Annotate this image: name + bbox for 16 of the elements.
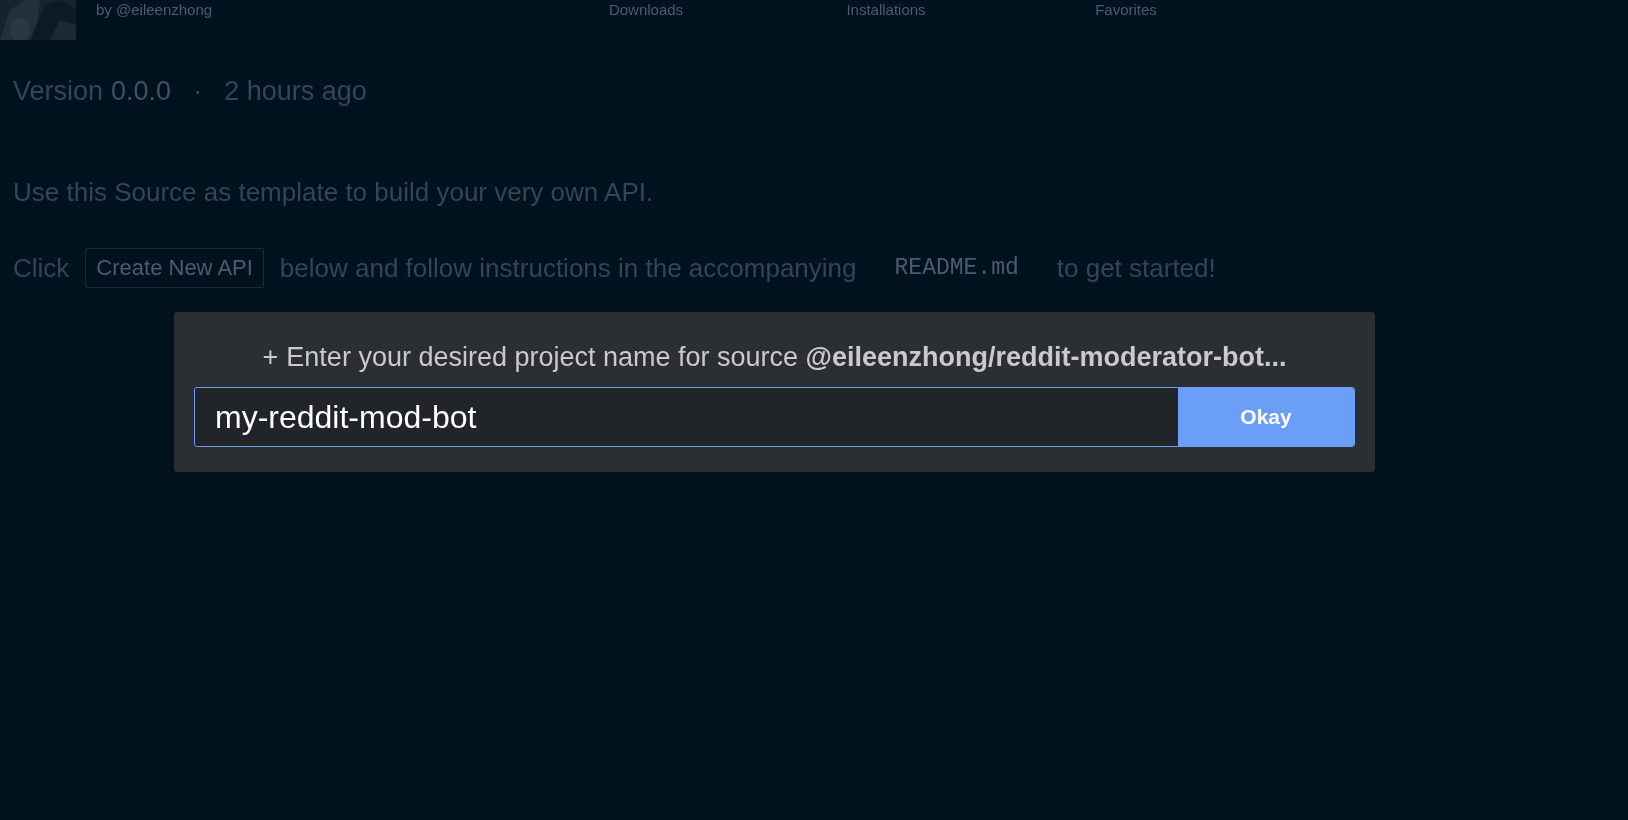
version-label: Version — [13, 76, 104, 107]
dialog-prompt: Enter your desired project name for source @eileenzhong/reddit-moderator-bot... — [286, 342, 1287, 373]
stat-label: Favorites — [1094, 1, 1158, 18]
readme-code: README.md — [893, 255, 1020, 281]
stat-label: Downloads — [607, 1, 685, 18]
separator-dot: · — [193, 76, 203, 107]
create-api-button[interactable]: Create New API — [85, 248, 264, 288]
author-name: by @eileenzhong — [96, 1, 214, 18]
instruction-text: below and follow instructions in the accompanying — [279, 252, 857, 284]
instruction-text: to get started! — [1056, 252, 1216, 284]
instruction-text: Click — [13, 252, 70, 284]
version-number: 0.0.0 — [111, 76, 172, 107]
description-text: Use this Source as template to build your very own API. — [13, 177, 655, 208]
updated-time: 2 hours ago — [224, 76, 367, 107]
plus-icon: + — [262, 342, 279, 373]
stat-label: Installations — [845, 1, 927, 18]
